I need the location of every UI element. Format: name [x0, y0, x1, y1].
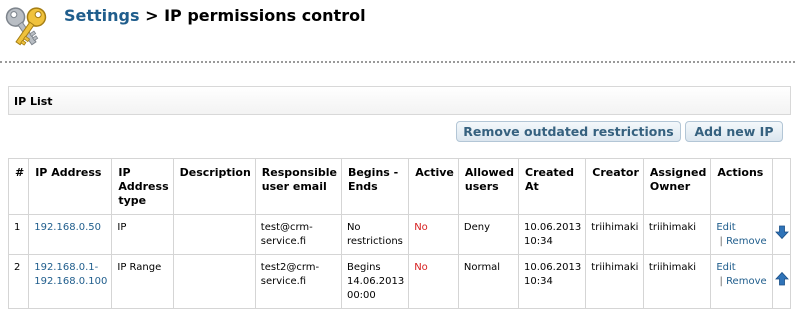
cell-actions: Edit | Remove [710, 254, 774, 309]
header-divider [0, 61, 795, 63]
col-header-owner: Assigned Owner [642, 158, 712, 215]
action-separator: | [716, 276, 727, 287]
cell-created-at: 10.06.2013 10:34 [518, 214, 587, 255]
remove-outdated-restrictions-button[interactable]: Remove outdated restrictions [456, 121, 681, 142]
col-header-description: Description [172, 158, 256, 215]
remove-link[interactable]: Remove [726, 276, 767, 287]
cell-active: No [408, 214, 459, 255]
cell-creator: triihimaki [585, 214, 644, 255]
cell-move [772, 214, 791, 255]
ip-list-table: # IP Address IP Address type Description… [7, 158, 791, 309]
cell-allowed-users: Normal [457, 254, 520, 309]
ip-address-link[interactable]: 192.168.0.1-192.168.0.100 [34, 262, 107, 287]
cell-ip-type: IP [111, 214, 174, 255]
page-title: Settings > IP permissions control [64, 6, 366, 25]
keys-icon [5, 7, 47, 46]
cell-num: 2 [7, 254, 30, 309]
cell-email: test@crm-service.fi [254, 214, 342, 255]
cell-actions: Edit | Remove [710, 214, 774, 255]
col-header-created-at: Created At [518, 158, 587, 215]
cell-description [172, 214, 256, 255]
table-row: 1 192.168.0.50 IP test@crm-service.fi No… [7, 214, 791, 255]
cell-owner: triihimaki [642, 214, 712, 255]
cell-allowed-users: Deny [457, 214, 520, 255]
cell-num: 1 [7, 214, 30, 255]
cell-created-at: 10.06.2013 10:34 [518, 254, 587, 309]
col-header-begins-ends: Begins - Ends [340, 158, 410, 215]
col-header-num: # [7, 158, 30, 215]
col-header-email: Responsible user email [254, 158, 342, 215]
section-title: IP List [14, 95, 53, 108]
cell-email: test2@crm-service.fi [254, 254, 342, 309]
edit-link[interactable]: Edit [716, 262, 735, 273]
col-header-move [772, 158, 791, 215]
remove-link[interactable]: Remove [726, 236, 767, 247]
cell-creator: triihimaki [585, 254, 644, 309]
ip-address-link[interactable]: 192.168.0.50 [34, 222, 101, 233]
table-row: 2 192.168.0.1-192.168.0.100 IP Range tes… [7, 254, 791, 309]
breadcrumb-settings-link[interactable]: Settings [64, 6, 140, 25]
cell-active: No [408, 254, 459, 309]
col-header-ip-type: IP Address type [111, 158, 174, 215]
col-header-creator: Creator [585, 158, 644, 215]
cell-ip-type: IP Range [111, 254, 174, 309]
arrow-up-icon[interactable] [774, 272, 789, 286]
col-header-active: Active [408, 158, 459, 215]
cell-description [172, 254, 256, 309]
arrow-down-icon[interactable] [774, 225, 789, 239]
cell-begins-ends: No restrictions [340, 214, 410, 255]
ip-list-section-header: IP List [8, 86, 791, 115]
action-separator: | [716, 236, 727, 247]
col-header-actions: Actions [710, 158, 774, 215]
breadcrumb-separator: > [139, 6, 165, 25]
col-header-allowed-users: Allowed users [457, 158, 520, 215]
cell-owner: triihimaki [642, 254, 712, 309]
col-header-ip-address: IP Address [28, 158, 113, 215]
add-new-ip-button[interactable]: Add new IP [685, 121, 783, 142]
cell-begins-ends: Begins 14.06.2013 00:00 [340, 254, 410, 309]
edit-link[interactable]: Edit [716, 222, 735, 233]
page-title-text: IP permissions control [164, 6, 366, 25]
cell-move [772, 254, 791, 309]
table-header-row: # IP Address IP Address type Description… [7, 158, 791, 215]
